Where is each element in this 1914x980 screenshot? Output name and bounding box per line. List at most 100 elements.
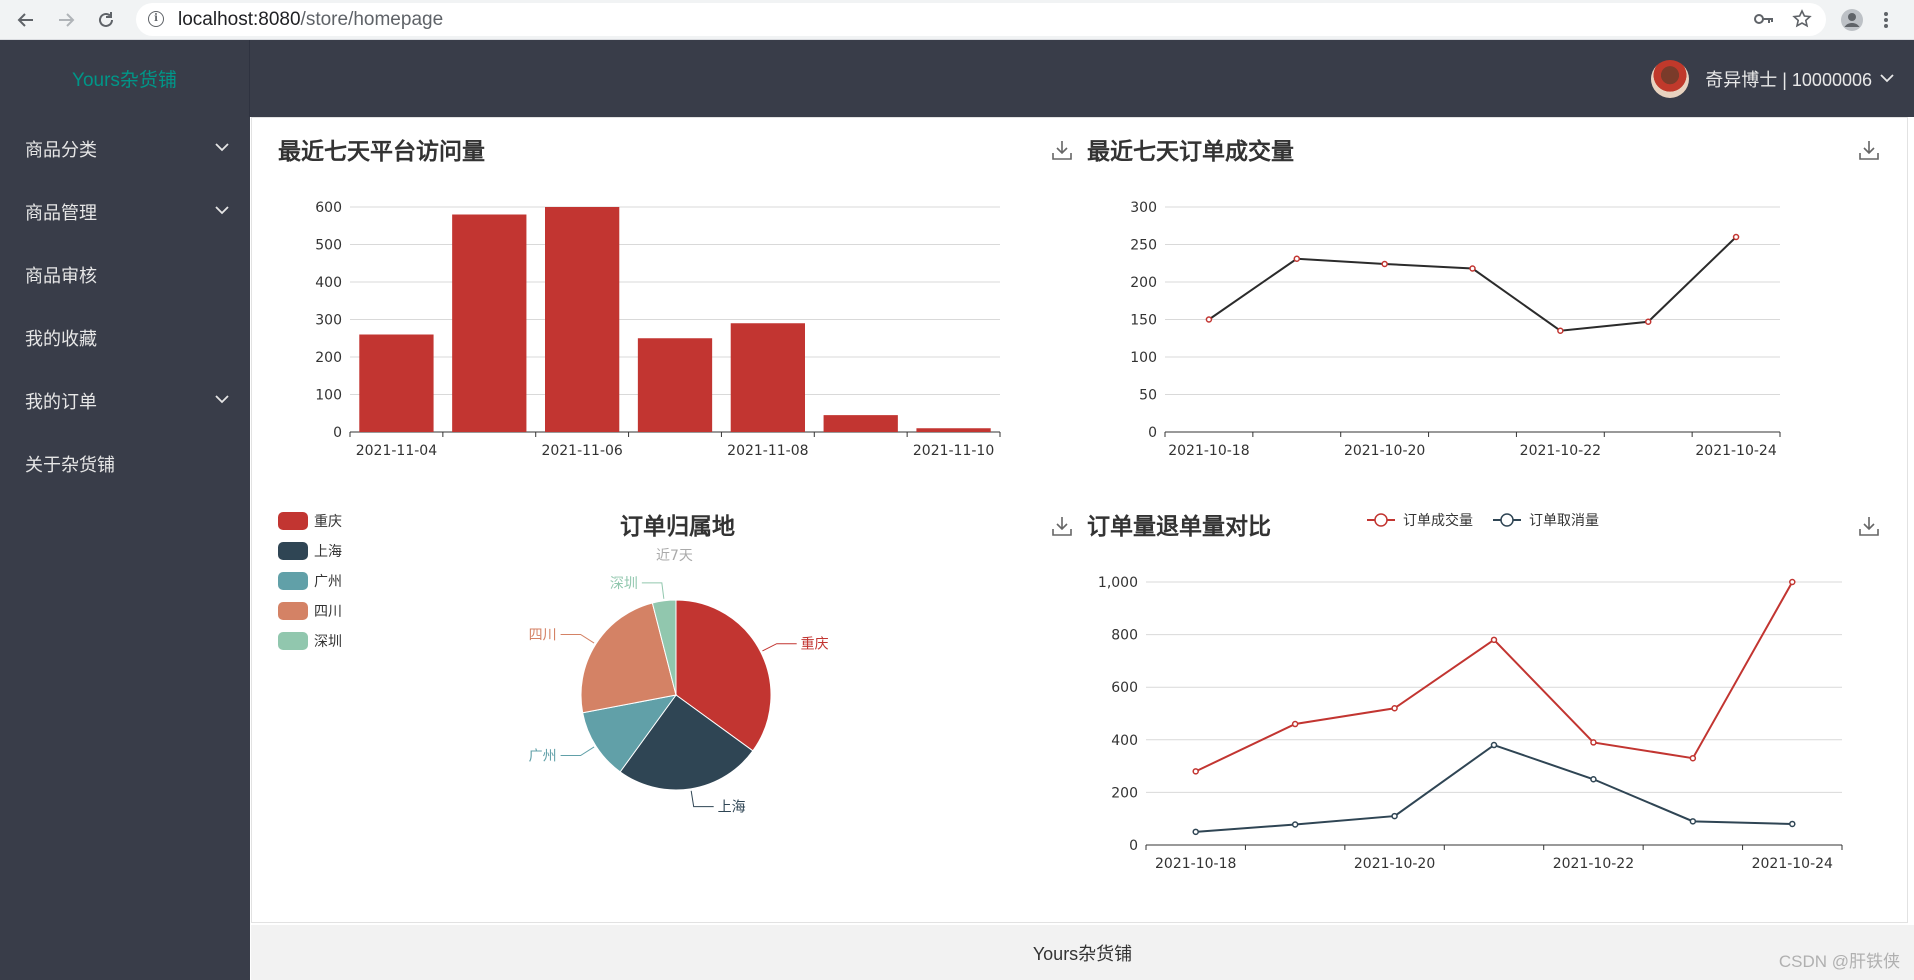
slice-label: 四川: [529, 627, 557, 643]
compare-line-chart: 0 200 400 600 800 1,000 2021-10-18 2021-10-20 20…: [1098, 575, 1843, 872]
logo-area[interactable]: Yours杂货铺: [0, 40, 250, 117]
legend-label: 广州: [314, 574, 342, 590]
y-tick-label: 250: [1130, 238, 1157, 254]
label-line: [560, 633, 595, 644]
legend-item[interactable]: 订单取消量: [1491, 510, 1599, 530]
data-point: [1789, 820, 1796, 828]
sidebar-item-about[interactable]: 关于杂货铺: [0, 432, 250, 495]
slice-label: 上海: [718, 800, 746, 816]
legend-label: 四川: [314, 604, 342, 620]
label-line: [641, 582, 665, 599]
sidebar-item-review[interactable]: 商品审核: [0, 243, 250, 306]
user-menu[interactable]: 奇异博士 | 10000006: [1651, 40, 1894, 117]
x-tick-label: 2021-10-18: [1168, 443, 1249, 459]
legend-swatch: [278, 572, 308, 590]
region-pie-chart: 重庆上海 广州 四川 深圳: [529, 576, 829, 816]
legend-label: 订单取消量: [1529, 513, 1599, 529]
page-footer: Yours杂货铺: [251, 925, 1914, 980]
legend-swatch: [278, 512, 308, 530]
data-point: [1391, 812, 1398, 820]
legend-line-icon: [1367, 513, 1395, 527]
browser-toolbar: i localhost:8080/store/homepage: [0, 0, 1914, 40]
data-point: [1391, 704, 1398, 712]
data-point: [1381, 260, 1388, 268]
y-tick-label: 300: [1130, 200, 1157, 216]
legend-item[interactable]: 上海: [278, 541, 342, 561]
sidebar-item-label: 商品分类: [25, 139, 97, 160]
sidebar-item-label: 我的收藏: [25, 328, 97, 349]
label-line: [762, 643, 797, 652]
legend-item[interactable]: 深圳: [278, 631, 342, 651]
site-info-icon[interactable]: i: [148, 11, 164, 27]
y-tick-label: 100: [315, 388, 342, 404]
sidebar-item-label: 关于杂货铺: [25, 454, 115, 475]
address-bar[interactable]: i localhost:8080/store/homepage: [136, 3, 1826, 36]
slice-label: 广州: [529, 749, 557, 765]
legend-line-icon: [1493, 513, 1521, 527]
sidebar-item-label: 我的订单: [25, 391, 97, 412]
y-tick-label: 200: [315, 350, 342, 366]
x-tick-label: 2021-10-20: [1354, 856, 1435, 872]
back-icon[interactable]: [12, 6, 40, 34]
y-tick-label: 600: [315, 200, 342, 216]
avatar[interactable]: [1651, 59, 1690, 98]
menu-dots-icon[interactable]: [1872, 6, 1900, 34]
x-tick-label: 2021-11-08: [727, 443, 808, 459]
y-tick-label: 50: [1139, 388, 1157, 404]
legend-item[interactable]: 四川: [278, 601, 342, 621]
download-icon[interactable]: [1858, 139, 1880, 161]
reload-icon[interactable]: [92, 6, 120, 34]
legend-label: 深圳: [314, 634, 342, 650]
x-tick-label: 2021-10-22: [1520, 443, 1601, 459]
legend-item[interactable]: 广州: [278, 571, 342, 591]
url-text[interactable]: localhost:8080/store/homepage: [178, 9, 443, 31]
sidebar-item-category[interactable]: 商品分类: [0, 117, 250, 180]
orders-line-chart: 0 50 100 150 200 250 300 2021-10-18 2021-10-20 20…: [1130, 200, 1781, 459]
sidebar-item-favorites[interactable]: 我的收藏: [0, 306, 250, 369]
download-icon[interactable]: [1051, 515, 1073, 537]
watermark: CSDN @肝铁侠: [1778, 952, 1900, 971]
chevron-down-icon: [215, 206, 229, 215]
sidebar-item-label: 商品审核: [25, 265, 97, 286]
y-tick-label: 100: [1130, 350, 1157, 366]
chevron-down-icon: [1880, 71, 1894, 87]
y-tick-label: 0: [333, 425, 342, 441]
y-tick-label: 0: [1148, 425, 1157, 441]
data-point: [1590, 739, 1597, 746]
legend-swatch: [278, 602, 308, 620]
data-point: [1192, 768, 1199, 775]
x-tick-label: 2021-10-24: [1695, 443, 1776, 459]
key-icon[interactable]: [1750, 5, 1778, 33]
bar: [823, 415, 898, 432]
forward-icon[interactable]: [52, 6, 80, 34]
legend-item[interactable]: 重庆: [278, 511, 342, 531]
compare-chart-title: 订单量退单量对比: [1087, 514, 1271, 540]
download-icon[interactable]: [1051, 139, 1073, 161]
profile-icon[interactable]: [1838, 6, 1866, 34]
y-tick-label: 500: [315, 238, 342, 254]
slice-label: 深圳: [610, 576, 638, 592]
app-header: Yours杂货铺 奇异博士 | 10000006: [0, 40, 1914, 117]
data-point: [1291, 720, 1299, 728]
legend-item[interactable]: 订单成交量: [1365, 510, 1473, 530]
y-tick-label: 400: [1111, 733, 1138, 749]
sidebar: 商品分类 商品管理 商品审核 我的收藏 我的订单 关于杂货铺: [0, 117, 250, 980]
logo-text: Yours杂货铺: [72, 70, 177, 91]
data-point: [1293, 255, 1301, 262]
bar: [637, 338, 713, 432]
sidebar-item-label: 商品管理: [25, 202, 97, 223]
x-tick-label: 2021-10-22: [1553, 856, 1634, 872]
data-point: [1490, 636, 1498, 644]
legend-swatch: [278, 542, 308, 560]
bookmark-star-icon[interactable]: [1788, 5, 1816, 33]
download-icon[interactable]: [1858, 515, 1880, 537]
data-point: [1644, 318, 1652, 325]
y-tick-label: 800: [1111, 628, 1138, 644]
sidebar-item-product-manage[interactable]: 商品管理: [0, 180, 250, 243]
sidebar-item-orders[interactable]: 我的订单: [0, 369, 250, 432]
region-chart-title: 订单归属地: [620, 514, 735, 540]
data-point: [1789, 578, 1796, 586]
data-point: [1291, 821, 1299, 828]
bar: [359, 334, 434, 432]
x-tick-label: 2021-11-10: [913, 443, 994, 459]
